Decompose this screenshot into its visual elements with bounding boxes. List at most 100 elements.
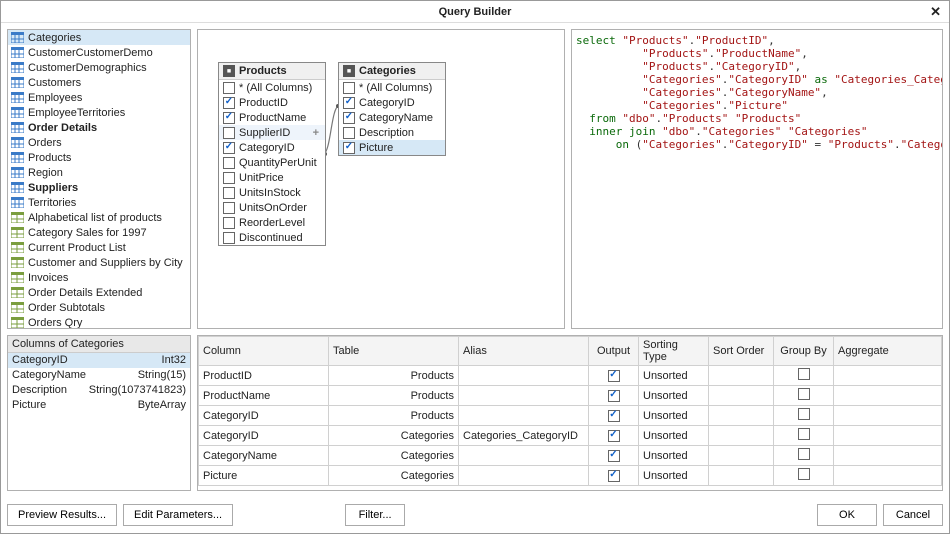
column-checkbox[interactable] <box>223 187 235 199</box>
column-checkbox[interactable] <box>223 112 235 124</box>
object-list-item[interactable]: Orders <box>8 135 190 150</box>
grid-cell-aggregate[interactable] <box>834 366 942 386</box>
column-checkbox[interactable] <box>223 142 235 154</box>
grid-cell-output[interactable] <box>589 426 639 446</box>
object-list-item[interactable]: Order Details Extended <box>8 285 190 300</box>
close-icon[interactable]: ✕ <box>930 5 941 18</box>
object-list-item[interactable]: Territories <box>8 195 190 210</box>
column-checkbox[interactable] <box>343 97 355 109</box>
column-checkbox[interactable] <box>223 157 235 169</box>
grid-cell-column[interactable]: Picture <box>199 466 329 486</box>
grid-cell-output[interactable] <box>589 446 639 466</box>
grid-cell-groupby[interactable] <box>774 466 834 486</box>
grid-cell-aggregate[interactable] <box>834 386 942 406</box>
grid-cell-output[interactable] <box>589 466 639 486</box>
grid-cell-table[interactable]: Products <box>329 366 459 386</box>
plus-icon[interactable]: + <box>313 127 321 139</box>
group-checkbox[interactable] <box>798 428 810 440</box>
table-node-column[interactable]: Picture <box>339 140 445 155</box>
group-checkbox[interactable] <box>798 468 810 480</box>
group-checkbox[interactable] <box>798 448 810 460</box>
table-node-column[interactable]: Description <box>339 125 445 140</box>
edit-parameters-button[interactable]: Edit Parameters... <box>123 504 233 526</box>
columns-grid[interactable]: ColumnTableAliasOutputSorting TypeSort O… <box>197 335 943 491</box>
object-list-item[interactable]: CustomerCustomerDemo <box>8 45 190 60</box>
object-list-item[interactable]: Customers <box>8 75 190 90</box>
grid-cell-sorting[interactable]: Unsorted <box>639 366 709 386</box>
grid-cell-sortorder[interactable] <box>709 446 774 466</box>
grid-header[interactable]: Output <box>589 337 639 366</box>
grid-header[interactable]: Sort Order <box>709 337 774 366</box>
grid-header[interactable]: Sorting Type <box>639 337 709 366</box>
output-checkbox[interactable] <box>608 430 620 442</box>
grid-cell-sortorder[interactable] <box>709 426 774 446</box>
grid-cell-sorting[interactable]: Unsorted <box>639 446 709 466</box>
table-node-column[interactable]: UnitPrice <box>219 170 325 185</box>
object-list-item[interactable]: Orders Qry <box>8 315 190 329</box>
object-list-item[interactable]: Region <box>8 165 190 180</box>
grid-cell-output[interactable] <box>589 386 639 406</box>
table-node-column[interactable]: SupplierID+ <box>219 125 325 140</box>
grid-cell-table[interactable]: Categories <box>329 426 459 446</box>
table-node-categories[interactable]: Categories* (All Columns)CategoryIDCateg… <box>338 62 446 156</box>
object-list-item[interactable]: Employees <box>8 90 190 105</box>
grid-cell-column[interactable]: CategoryName <box>199 446 329 466</box>
column-checkbox[interactable] <box>343 127 355 139</box>
grid-header[interactable]: Alias <box>459 337 589 366</box>
grid-cell-groupby[interactable] <box>774 406 834 426</box>
table-node-column[interactable]: ReorderLevel <box>219 215 325 230</box>
column-checkbox[interactable] <box>223 97 235 109</box>
table-node-header[interactable]: Products <box>219 63 325 80</box>
grid-cell-alias[interactable] <box>459 366 589 386</box>
object-list-item[interactable]: Suppliers <box>8 180 190 195</box>
column-checkbox[interactable] <box>223 82 235 94</box>
grid-row[interactable]: CategoryIDProductsUnsorted <box>199 406 942 426</box>
column-checkbox[interactable] <box>223 202 235 214</box>
column-checkbox[interactable] <box>223 217 235 229</box>
grid-cell-alias[interactable]: Categories_CategoryID <box>459 426 589 446</box>
grid-cell-sorting[interactable]: Unsorted <box>639 386 709 406</box>
grid-row[interactable]: CategoryNameCategoriesUnsorted <box>199 446 942 466</box>
grid-row[interactable]: PictureCategoriesUnsorted <box>199 466 942 486</box>
object-list-item[interactable]: Alphabetical list of products <box>8 210 190 225</box>
group-checkbox[interactable] <box>798 388 810 400</box>
grid-cell-column[interactable]: CategoryID <box>199 426 329 446</box>
cancel-button[interactable]: Cancel <box>883 504 943 526</box>
table-node-column[interactable]: * (All Columns) <box>219 80 325 95</box>
columns-grid-table[interactable]: ColumnTableAliasOutputSorting TypeSort O… <box>198 336 942 486</box>
grid-cell-aggregate[interactable] <box>834 446 942 466</box>
columns-panel-row[interactable]: PictureByteArray <box>8 398 190 413</box>
table-node-column[interactable]: ProductName <box>219 110 325 125</box>
grid-header[interactable]: Table <box>329 337 459 366</box>
table-node-column[interactable]: CategoryID <box>339 95 445 110</box>
table-node-column[interactable]: CategoryName <box>339 110 445 125</box>
grid-cell-aggregate[interactable] <box>834 426 942 446</box>
object-list-item[interactable]: Order Subtotals <box>8 300 190 315</box>
object-list[interactable]: CategoriesCustomerCustomerDemoCustomerDe… <box>7 29 191 329</box>
table-node-column[interactable]: UnitsOnOrder <box>219 200 325 215</box>
grid-cell-alias[interactable] <box>459 466 589 486</box>
table-node-column[interactable]: Discontinued <box>219 230 325 245</box>
columns-panel-row[interactable]: DescriptionString(1073741823) <box>8 383 190 398</box>
grid-cell-column[interactable]: CategoryID <box>199 406 329 426</box>
grid-cell-alias[interactable] <box>459 386 589 406</box>
table-node-header[interactable]: Categories <box>339 63 445 80</box>
grid-row[interactable]: CategoryIDCategoriesCategories_CategoryI… <box>199 426 942 446</box>
filter-button[interactable]: Filter... <box>345 504 405 526</box>
table-node-column[interactable]: * (All Columns) <box>339 80 445 95</box>
grid-cell-sortorder[interactable] <box>709 406 774 426</box>
column-checkbox[interactable] <box>223 232 235 244</box>
object-list-item[interactable]: EmployeeTerritories <box>8 105 190 120</box>
grid-cell-sorting[interactable]: Unsorted <box>639 466 709 486</box>
grid-cell-sortorder[interactable] <box>709 466 774 486</box>
grid-cell-sorting[interactable]: Unsorted <box>639 406 709 426</box>
columns-panel-row[interactable]: CategoryNameString(15) <box>8 368 190 383</box>
grid-cell-groupby[interactable] <box>774 366 834 386</box>
object-list-item[interactable]: CustomerDemographics <box>8 60 190 75</box>
column-checkbox[interactable] <box>343 82 355 94</box>
grid-cell-alias[interactable] <box>459 446 589 466</box>
column-checkbox[interactable] <box>343 112 355 124</box>
object-list-item[interactable]: Customer and Suppliers by City <box>8 255 190 270</box>
grid-row[interactable]: ProductNameProductsUnsorted <box>199 386 942 406</box>
output-checkbox[interactable] <box>608 410 620 422</box>
